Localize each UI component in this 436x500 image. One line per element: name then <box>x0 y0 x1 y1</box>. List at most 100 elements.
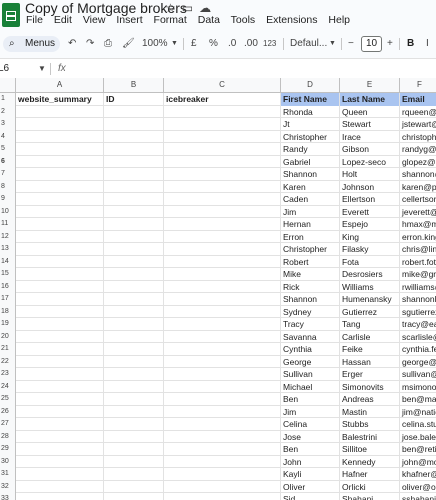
cell-first-name[interactable]: Robert <box>281 255 340 268</box>
cell-b[interactable] <box>104 480 164 493</box>
cell-c[interactable] <box>164 305 281 318</box>
cell-email[interactable]: jose.bales <box>400 431 436 444</box>
increase-decimal-button[interactable]: .00 <box>244 36 258 52</box>
cell-email[interactable]: chris@lin <box>400 243 436 256</box>
menu-view[interactable]: View <box>83 14 106 26</box>
row-number[interactable]: 27 <box>0 418 16 431</box>
cell-last-name[interactable]: Simonovits <box>340 380 400 393</box>
cell-last-name[interactable]: Carlisle <box>340 330 400 343</box>
cell-a[interactable] <box>16 168 104 181</box>
cell-a[interactable] <box>16 205 104 218</box>
cell-c[interactable] <box>164 118 281 131</box>
percent-format-button[interactable]: % <box>209 36 218 52</box>
cell-b[interactable] <box>104 255 164 268</box>
cell-c[interactable] <box>164 468 281 481</box>
cell-b[interactable] <box>104 493 164 500</box>
cell-a[interactable] <box>16 368 104 381</box>
cell-a[interactable] <box>16 480 104 493</box>
cell-first-name[interactable]: Christopher <box>281 130 340 143</box>
row-number[interactable]: 19 <box>0 318 16 331</box>
cell-email[interactable]: sgutierrez <box>400 306 436 319</box>
cell-c[interactable] <box>164 105 281 118</box>
cell-c[interactable] <box>164 330 281 343</box>
cell-c[interactable] <box>164 280 281 293</box>
row-number[interactable]: 14 <box>0 255 16 268</box>
row-number[interactable]: 32 <box>0 480 16 493</box>
cell-c[interactable] <box>164 130 281 143</box>
cell-last-name[interactable]: Sillitoe <box>340 443 400 456</box>
cell-a[interactable] <box>16 355 104 368</box>
cell-c[interactable] <box>164 255 281 268</box>
cell-last-name[interactable]: Irace <box>340 130 400 143</box>
cell-email[interactable]: msimonov <box>400 381 436 394</box>
cell-b[interactable] <box>104 118 164 131</box>
row-number[interactable]: 24 <box>0 380 16 393</box>
redo-icon[interactable]: ↷ <box>86 36 94 52</box>
cell-first-name[interactable]: Christopher <box>281 243 340 256</box>
cell-c[interactable] <box>164 243 281 256</box>
menu-format[interactable]: Format <box>154 14 187 26</box>
cell-c[interactable] <box>164 368 281 381</box>
cell-last-name[interactable]: King <box>340 230 400 243</box>
spreadsheet-grid[interactable]: A B C D E F 1 website_summary ID icebrea… <box>0 78 436 500</box>
cell-c[interactable] <box>164 318 281 331</box>
cell-b[interactable] <box>104 180 164 193</box>
cell-b[interactable] <box>104 380 164 393</box>
cell-first-name[interactable]: Mike <box>281 268 340 281</box>
cell-first-name[interactable]: Shannon <box>281 168 340 181</box>
cell-a[interactable] <box>16 193 104 206</box>
cell-a[interactable] <box>16 255 104 268</box>
row-number[interactable]: 9 <box>0 193 16 206</box>
cell-b[interactable] <box>104 368 164 381</box>
currency-format-button[interactable]: £ <box>191 36 197 52</box>
cell-email[interactable]: ben@mai <box>400 393 436 406</box>
cell-c[interactable] <box>164 393 281 406</box>
cell-b1[interactable]: ID <box>104 93 164 106</box>
cell-email[interactable]: shannonh <box>400 293 436 306</box>
cell-a[interactable] <box>16 418 104 431</box>
cell-c[interactable] <box>164 380 281 393</box>
cell-first-name[interactable]: Kayli <box>281 468 340 481</box>
row-number[interactable]: 10 <box>0 205 16 218</box>
cell-b[interactable] <box>104 393 164 406</box>
cell-first-name[interactable]: Caden <box>281 193 340 206</box>
cell-first-name[interactable]: Oliver <box>281 480 340 493</box>
cell-first-name[interactable]: Ben <box>281 393 340 406</box>
column-header-d[interactable]: D <box>281 78 340 92</box>
select-all-corner[interactable] <box>0 78 16 92</box>
cell-last-name[interactable]: Holt <box>340 168 400 181</box>
cell-first-name[interactable]: Jim <box>281 405 340 418</box>
menu-extensions[interactable]: Extensions <box>266 14 317 26</box>
cell-last-name[interactable]: Queen <box>340 105 400 118</box>
cell-email[interactable]: sshahani@ <box>400 493 436 500</box>
row-number[interactable]: 29 <box>0 443 16 456</box>
cell-last-name[interactable]: Lopez-seco <box>340 155 400 168</box>
cell-email[interactable]: khafner@ <box>400 468 436 481</box>
row-number[interactable]: 33 <box>0 493 16 500</box>
cloud-status-icon[interactable]: ☁ <box>199 1 217 15</box>
row-number[interactable]: 20 <box>0 330 16 343</box>
cell-a[interactable] <box>16 443 104 456</box>
row-number[interactable]: 17 <box>0 293 16 306</box>
cell-email[interactable]: cellertson <box>400 193 436 206</box>
cell-b[interactable] <box>104 443 164 456</box>
cell-email[interactable]: glopez@c <box>400 156 436 169</box>
cell-last-name[interactable]: Humenansky <box>340 293 400 306</box>
cell-first-name[interactable]: Rick <box>281 280 340 293</box>
cell-a[interactable] <box>16 430 104 443</box>
cell-b[interactable] <box>104 455 164 468</box>
cell-first-name[interactable]: Gabriel <box>281 155 340 168</box>
menus-search-button[interactable]: ⌕ Menus <box>3 36 60 52</box>
cell-last-name[interactable]: Stubbs <box>340 418 400 431</box>
cell-b[interactable] <box>104 155 164 168</box>
row-number[interactable]: 5 <box>0 143 16 156</box>
cell-a[interactable] <box>16 105 104 118</box>
cell-e1[interactable]: Last Name <box>340 93 400 106</box>
cell-first-name[interactable]: Jose <box>281 430 340 443</box>
cell-last-name[interactable]: Williams <box>340 280 400 293</box>
row-number[interactable]: 26 <box>0 405 16 418</box>
cell-c[interactable] <box>164 268 281 281</box>
cell-last-name[interactable]: Feike <box>340 343 400 356</box>
cell-a[interactable] <box>16 293 104 306</box>
cell-first-name[interactable]: Celina <box>281 418 340 431</box>
